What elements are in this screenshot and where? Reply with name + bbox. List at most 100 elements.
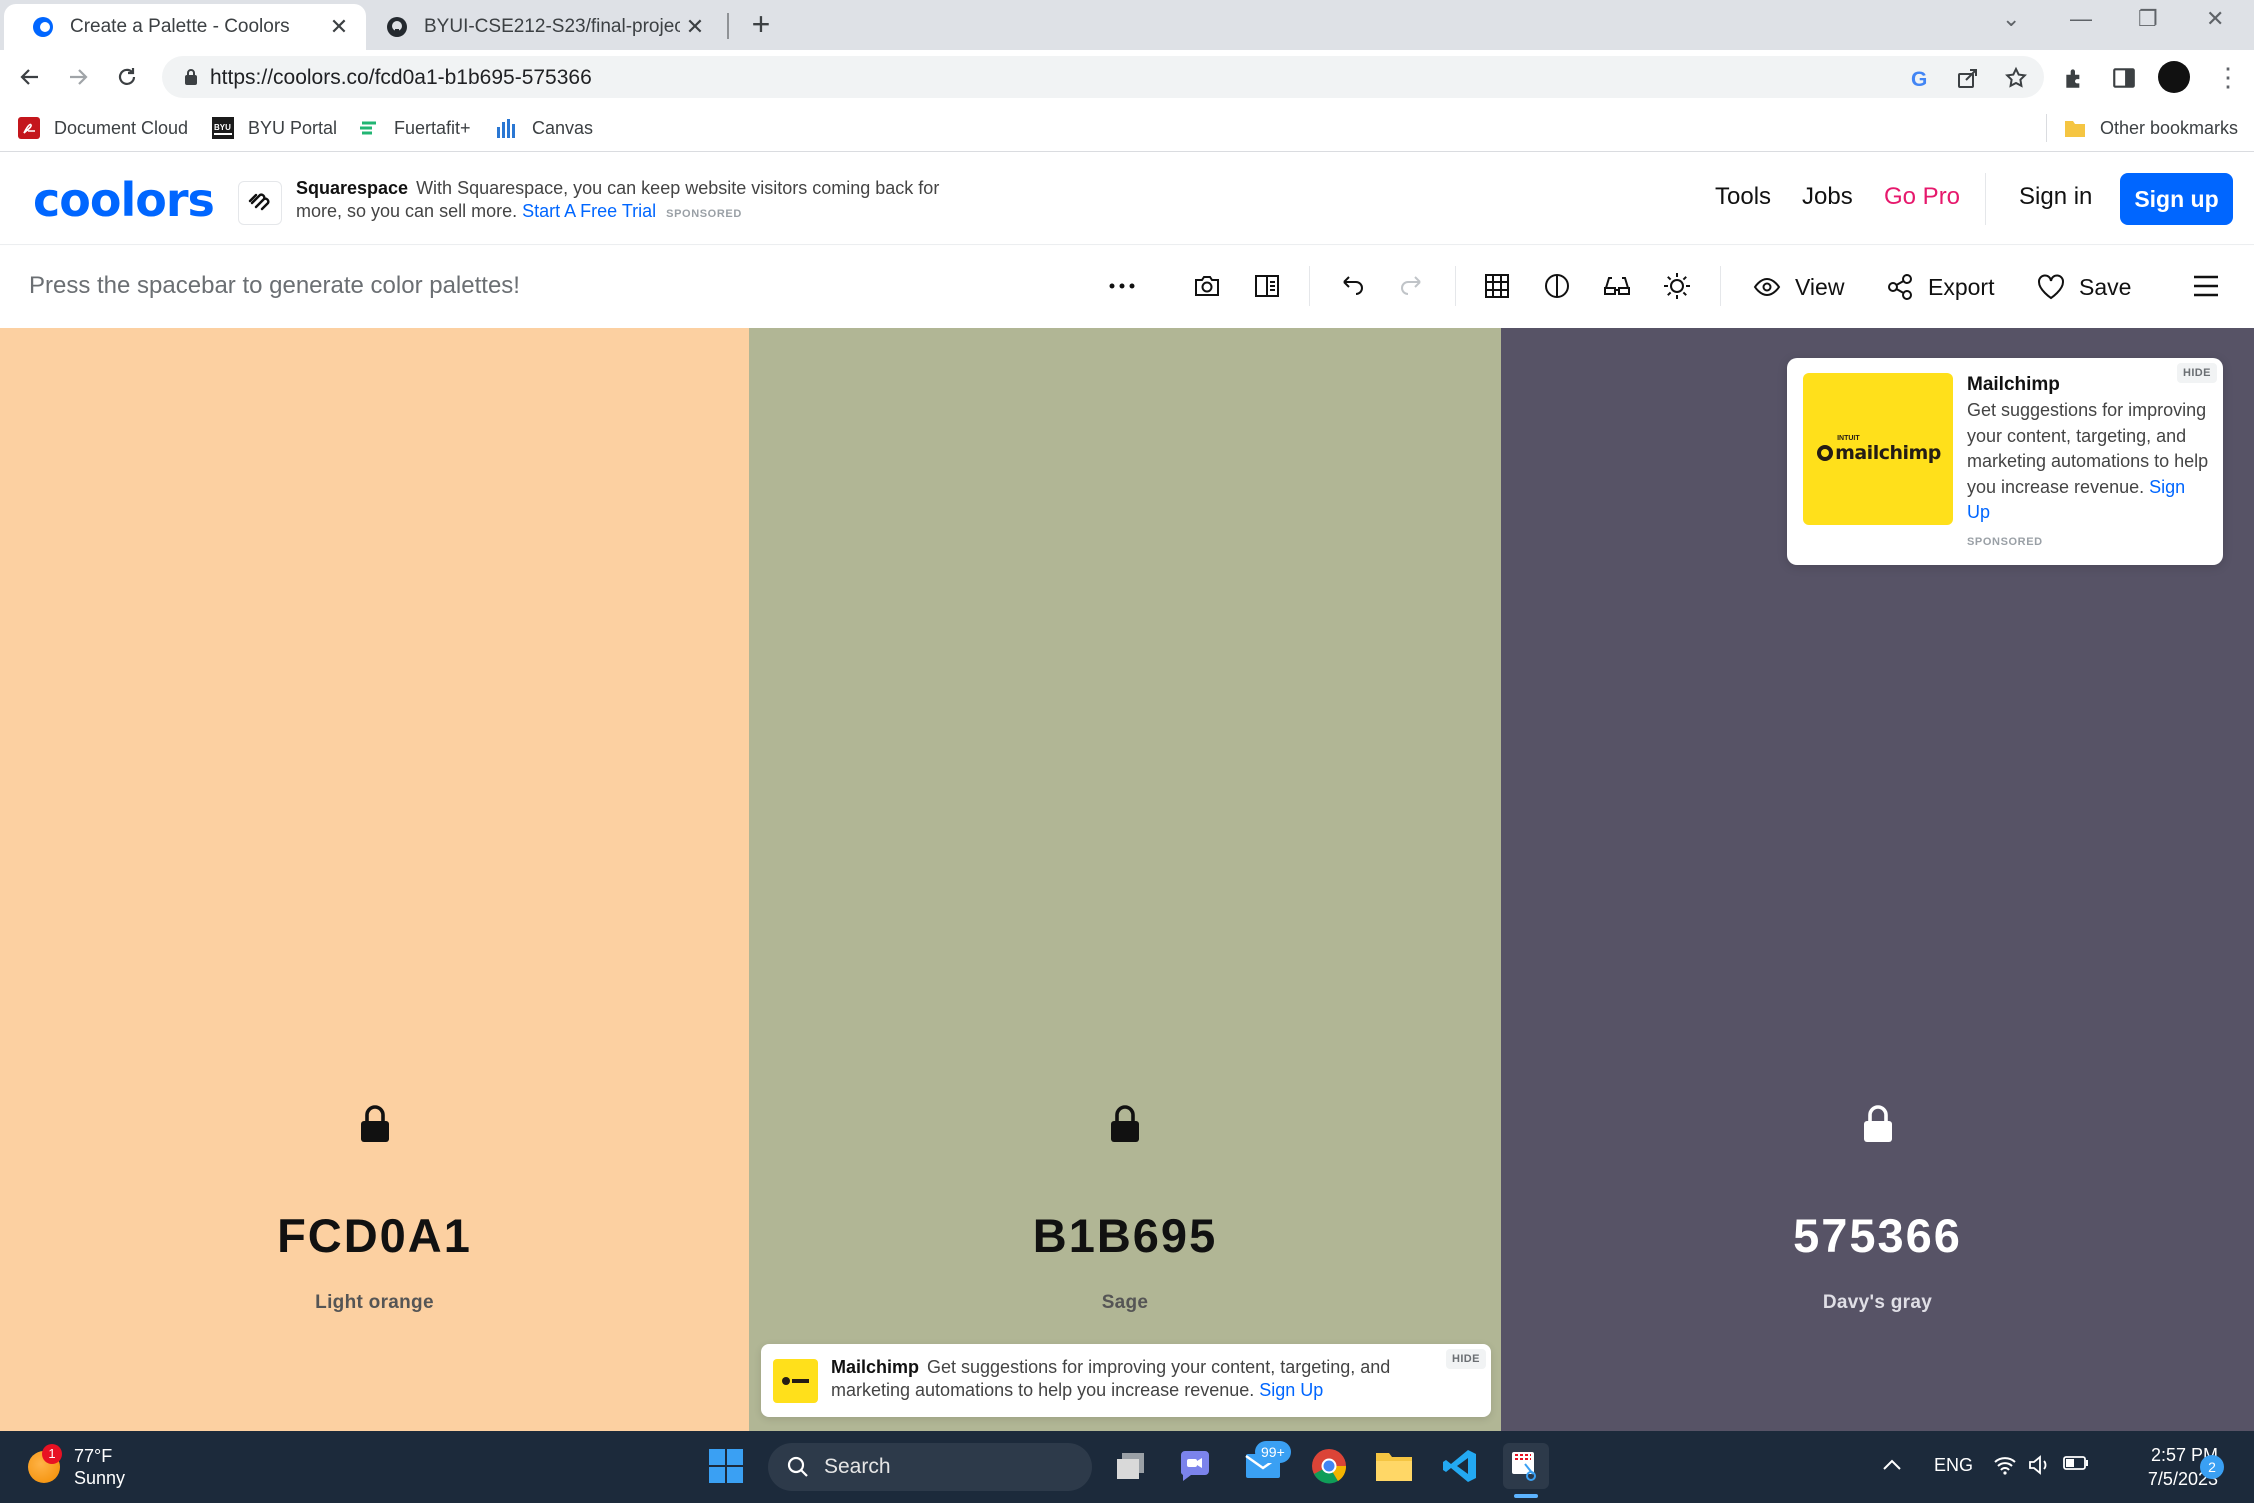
show-hidden-icons-button[interactable] — [1882, 1455, 1902, 1476]
weather-widget[interactable]: 1 77°F Sunny — [28, 1444, 125, 1489]
file-explorer-button[interactable] — [1371, 1443, 1417, 1489]
close-window-button[interactable]: ✕ — [2206, 6, 2224, 32]
address-bar[interactable]: https://coolors.co/fcd0a1-b1b695-575366 … — [162, 56, 2044, 98]
nav-go-pro[interactable]: Go Pro — [1884, 183, 1960, 211]
battery-button[interactable] — [2063, 1455, 2089, 1476]
google-icon[interactable]: G — [1908, 66, 1932, 90]
export-label: Export — [1928, 273, 1995, 300]
lock-closed-icon[interactable] — [1108, 1104, 1142, 1144]
color-hex[interactable]: B1B695 — [749, 1208, 1501, 1263]
other-bookmarks[interactable]: Other bookmarks — [2064, 113, 2238, 143]
more-options-button[interactable] — [1106, 270, 1138, 302]
sponsored-label: SPONSORED — [1967, 536, 2043, 548]
export-button[interactable]: Export — [1886, 270, 1994, 304]
profile-avatar[interactable] — [2158, 61, 2190, 93]
undo-button[interactable] — [1336, 270, 1368, 302]
site-header: coolors Squarespace With Squarespace, you… — [0, 153, 2254, 245]
color-hex[interactable]: FCD0A1 — [0, 1208, 749, 1263]
task-view-button[interactable] — [1108, 1443, 1154, 1489]
extensions-icon[interactable] — [2062, 65, 2088, 91]
more-dots-icon — [1109, 283, 1135, 289]
tab-github[interactable]: BYUI-CSE212-S23/final-project-o ✕ — [366, 4, 722, 50]
generator-toolbar: Press the spacebar to generate color pal… — [0, 246, 2254, 328]
forward-button[interactable] — [62, 61, 94, 93]
redo-icon — [1401, 276, 1421, 295]
bookmark-fuertafit[interactable]: Fuertafit+ — [358, 113, 471, 143]
share-nodes-icon — [1888, 274, 1912, 300]
hide-ad-button[interactable]: HIDE — [2177, 363, 2217, 383]
bookmark-document-cloud[interactable]: Document Cloud — [18, 113, 188, 143]
view-button[interactable]: View — [1753, 270, 1844, 304]
save-button[interactable]: Save — [2037, 270, 2131, 304]
squarespace-ad[interactable]: Squarespace With Squarespace, you can kee… — [238, 177, 939, 225]
windows-taskbar: 1 77°F Sunny Search 99+ ENG 2:57 PM 7/5/… — [0, 1431, 2254, 1503]
color-blindness-button[interactable] — [1601, 270, 1633, 302]
lock-closed-icon[interactable] — [1861, 1104, 1895, 1144]
canvas-bars-icon — [497, 119, 515, 138]
search-icon — [787, 1456, 808, 1477]
redo-button[interactable] — [1396, 270, 1428, 302]
ad-cta-link[interactable]: Sign Up — [1259, 1380, 1323, 1400]
color-column[interactable]: FCD0A1 Light orange — [0, 328, 749, 1431]
hide-ad-button[interactable]: HIDE — [1446, 1349, 1486, 1369]
folder-icon — [1376, 1453, 1412, 1481]
sign-in-link[interactable]: Sign in — [2019, 183, 2092, 211]
mail-count-badge: 99+ — [1255, 1441, 1291, 1463]
teams-button[interactable] — [1172, 1443, 1218, 1489]
restore-button[interactable]: ❐ — [2138, 6, 2158, 32]
back-button[interactable] — [14, 61, 46, 93]
close-tab-icon[interactable]: ✕ — [680, 14, 710, 40]
vscode-button[interactable] — [1437, 1443, 1483, 1489]
logo-wordmark: mailchimp — [1835, 441, 1941, 464]
hamburger-menu-button[interactable] — [2190, 270, 2222, 302]
volume-button[interactable] — [2028, 1455, 2050, 1480]
mailchimp-logo-image — [773, 1359, 818, 1403]
adjust-palette-button[interactable] — [1661, 270, 1693, 302]
contrast-button[interactable] — [1541, 270, 1573, 302]
mailchimp-ad-card[interactable]: INTUIT mailchimp Mailchimp Get suggestio… — [1787, 358, 2223, 565]
toolbar-divider — [1455, 266, 1456, 306]
grid-view-button[interactable] — [1481, 270, 1513, 302]
wifi-button[interactable] — [1993, 1455, 2017, 1480]
teams-chat-icon — [1180, 1451, 1209, 1481]
coolors-logo[interactable]: coolors — [33, 173, 215, 227]
notification-badge[interactable]: 2 — [2200, 1455, 2224, 1479]
minimize-button[interactable]: — — [2070, 6, 2092, 32]
share-icon[interactable] — [1956, 66, 1980, 90]
back-arrow-icon — [20, 69, 38, 85]
lock-closed-icon[interactable] — [358, 1104, 392, 1144]
bookmark-canvas[interactable]: Canvas — [496, 113, 593, 143]
browser-menu-icon[interactable]: ⋮ — [2215, 62, 2241, 92]
start-button[interactable] — [703, 1443, 749, 1489]
mailchimp-ad-bar[interactable]: Mailchimp Get suggestions for improving y… — [761, 1344, 1491, 1417]
freddie-icon — [781, 1377, 809, 1385]
reload-button[interactable] — [111, 61, 143, 93]
color-column[interactable]: B1B695 Sage — [749, 328, 1501, 1431]
ad-brand: Mailchimp — [1967, 374, 2060, 395]
toolbar-divider — [1720, 266, 1721, 306]
bookmark-star-icon[interactable] — [2004, 66, 2028, 90]
bookmark-byu-portal[interactable]: BYU BYU Portal — [212, 113, 337, 143]
speaker-icon — [2029, 1455, 2047, 1475]
layout-button[interactable] — [1251, 270, 1283, 302]
split-view-icon — [1255, 275, 1279, 297]
chrome-icon — [1312, 1449, 1347, 1484]
camera-button[interactable] — [1191, 270, 1223, 302]
tab-search-icon[interactable]: ⌄ — [2002, 6, 2020, 32]
new-tab-button[interactable]: + — [745, 8, 777, 40]
color-hex[interactable]: 575366 — [1501, 1208, 2254, 1263]
ad-text: Mailchimp Get suggestions for improving y… — [831, 1356, 1411, 1402]
snipping-tool-button[interactable] — [1503, 1443, 1549, 1489]
chrome-button[interactable] — [1306, 1443, 1352, 1489]
active-app-indicator — [1514, 1494, 1538, 1498]
taskbar-search[interactable]: Search — [768, 1443, 1092, 1491]
nav-tools[interactable]: Tools — [1715, 183, 1771, 211]
nav-jobs[interactable]: Jobs — [1802, 183, 1853, 211]
close-tab-icon[interactable]: ✕ — [324, 14, 354, 40]
sign-up-button[interactable]: Sign up — [2120, 173, 2233, 225]
tab-coolors[interactable]: Create a Palette - Coolors ✕ — [4, 4, 366, 50]
language-indicator[interactable]: ENG — [1934, 1455, 1973, 1476]
side-panel-icon[interactable] — [2111, 65, 2137, 91]
folder-icon — [2065, 121, 2085, 137]
ad-cta-link[interactable]: Start A Free Trial — [522, 201, 656, 221]
